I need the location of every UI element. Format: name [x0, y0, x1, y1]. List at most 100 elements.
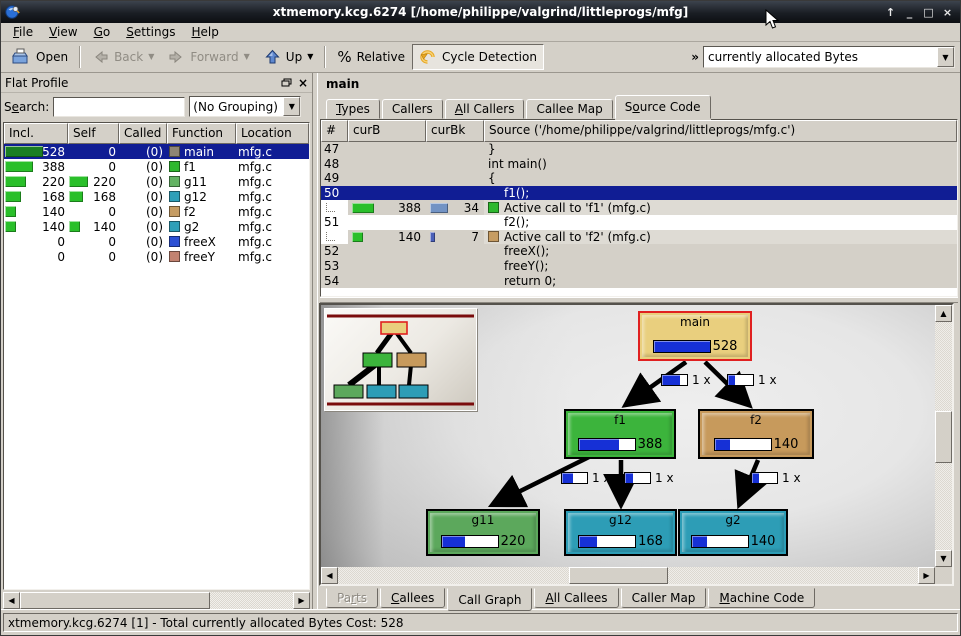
graph-node-g11[interactable]: g11 220 [426, 509, 540, 556]
toolbar: Open Back▼ Forward▼ Up▼ % Relative [1, 42, 960, 73]
tab-callees[interactable]: Callees [380, 588, 445, 608]
graph-node-f1[interactable]: f1 388 [564, 409, 676, 459]
col-header-self[interactable]: Self [68, 123, 119, 144]
tab-parts[interactable]: Parts [326, 588, 378, 608]
graph-hscrollbar[interactable]: ◀ ▶ [321, 567, 935, 584]
tab-callee-map[interactable]: Callee Map [526, 99, 612, 119]
col-header-source[interactable]: Source ('/home/philippe/valgrind/littlep… [484, 120, 957, 142]
menu-bar: File View Go Settings Help [1, 23, 960, 42]
search-input[interactable] [53, 97, 185, 117]
table-row-freeX[interactable]: 0 0 (0) freeX mfg.c [4, 234, 309, 249]
scroll-left-icon[interactable]: ◀ [321, 567, 338, 584]
source-line[interactable]: 54return 0; [321, 273, 957, 288]
relative-button[interactable]: % Relative [330, 44, 412, 70]
grouping-combo[interactable]: (No Grouping) ▼ [189, 96, 301, 117]
col-header-curBk[interactable]: curBk [426, 120, 484, 142]
col-header-curB[interactable]: curB [348, 120, 426, 142]
graph-vscrollbar[interactable]: ▲ ▼ [935, 305, 952, 567]
close-button[interactable]: × [939, 4, 956, 20]
up-button[interactable]: Up▼ [257, 44, 321, 70]
call-graph-panel[interactable]: main 528 f1 388 f2 140 g11 220 [319, 303, 954, 586]
tab-all-callees[interactable]: All Callees [534, 588, 618, 608]
scrollbar-thumb[interactable] [20, 592, 210, 609]
scroll-up-icon[interactable]: ▲ [935, 305, 952, 322]
event-type-combo[interactable]: currently allocated Bytes ▼ [703, 46, 955, 68]
edge-label-main-f2: 1 x [727, 373, 777, 387]
open-button[interactable]: Open [4, 44, 75, 70]
tab-all-callers[interactable]: All Callers [445, 99, 525, 119]
cycle-detection-button[interactable]: Cycle Detection [412, 44, 544, 70]
table-row-main[interactable]: 528 0 (0) main mfg.c [4, 144, 309, 159]
edge-label-f2-g2: 1 x [751, 471, 801, 485]
graph-node-g12[interactable]: g12 168 [564, 509, 677, 556]
combo-dropdown-icon[interactable]: ▼ [283, 97, 300, 116]
maximize-button[interactable]: □ [920, 4, 937, 20]
source-line[interactable]: 52freeX(); [321, 244, 957, 259]
dock-title: Flat Profile [5, 76, 68, 90]
tab-types[interactable]: Types [326, 99, 380, 119]
scrollbar-thumb[interactable] [935, 411, 952, 463]
up-icon [264, 49, 281, 65]
table-row-g12[interactable]: 168 168 (0) g12 mfg.c [4, 189, 309, 204]
graph-overview-thumbnail[interactable] [324, 308, 477, 411]
back-button[interactable]: Back▼ [85, 44, 161, 70]
minimize-button[interactable]: _ [901, 4, 918, 20]
source-call-annotation[interactable]: 388 34 Active call to 'f1' (mfg.c) [321, 200, 957, 215]
menu-settings[interactable]: Settings [118, 24, 183, 40]
shade-button[interactable]: ↑ [882, 4, 899, 20]
tab-caller-map[interactable]: Caller Map [621, 588, 707, 608]
tree-branch-icon [326, 203, 335, 212]
graph-node-g2[interactable]: g2 140 [678, 509, 788, 556]
source-line[interactable]: 53freeY(); [321, 259, 957, 274]
source-line-selected[interactable]: 50f1(); [321, 186, 957, 201]
scrollbar-thumb[interactable] [569, 567, 668, 584]
menu-view[interactable]: View [41, 24, 85, 40]
percent-icon: % [337, 48, 351, 66]
table-row-f1[interactable]: 388 0 (0) f1 mfg.c [4, 159, 309, 174]
col-header-called[interactable]: Called [119, 123, 167, 144]
edge-label-f1-g12: 1 x [624, 471, 674, 485]
toolbar-overflow-chevron[interactable]: » [687, 50, 703, 64]
source-call-annotation[interactable]: 140 7 Active call to 'f2' (mfg.c) [321, 230, 957, 245]
col-header-location[interactable]: Location [236, 123, 309, 144]
function-color-icon [169, 206, 180, 217]
tab-source-code[interactable]: Source Code [615, 95, 711, 119]
tab-call-graph[interactable]: Call Graph [447, 588, 532, 611]
col-header-function[interactable]: Function [167, 123, 236, 144]
float-icon[interactable] [281, 78, 292, 88]
table-row-f2[interactable]: 140 0 (0) f2 mfg.c [4, 204, 309, 219]
dock-close-icon[interactable]: × [298, 76, 308, 90]
graph-node-f2[interactable]: f2 140 [698, 409, 814, 459]
col-header-incl[interactable]: Incl. [4, 123, 68, 144]
scroll-right-icon[interactable]: ▶ [918, 567, 935, 584]
source-line[interactable]: 47} [321, 142, 957, 157]
scroll-right-icon[interactable]: ▶ [293, 592, 310, 609]
table-row-freeY[interactable]: 0 0 (0) freeY mfg.c [4, 249, 309, 264]
function-color-icon [169, 161, 180, 172]
tab-machine-code[interactable]: Machine Code [708, 588, 815, 608]
source-line[interactable]: 48int main() [321, 157, 957, 172]
graph-node-main[interactable]: main 528 [638, 311, 752, 361]
menu-help[interactable]: Help [183, 24, 226, 40]
cycle-icon [419, 49, 437, 65]
combo-dropdown-icon[interactable]: ▼ [937, 47, 954, 67]
source-tabs: Types Callers All Callers Callee Map Sou… [318, 95, 960, 119]
dock-title-bar[interactable]: Flat Profile × [1, 73, 312, 93]
scroll-left-icon[interactable]: ◀ [3, 592, 20, 609]
source-code-view: # curB curBk Source ('/home/philippe/val… [320, 119, 958, 297]
toolbar-separator [79, 46, 81, 68]
menu-file[interactable]: File [5, 24, 41, 40]
table-row-g11[interactable]: 220 220 (0) g11 mfg.c [4, 174, 309, 189]
flat-profile-hscrollbar[interactable]: ◀ ▶ [3, 592, 310, 609]
tree-branch-icon [326, 232, 335, 241]
source-line[interactable]: 51f2(); [321, 215, 957, 230]
tab-callers[interactable]: Callers [382, 99, 443, 119]
menu-go[interactable]: Go [86, 24, 119, 40]
title-bar[interactable]: xtmemory.kcg.6274 [/home/philippe/valgri… [1, 1, 960, 23]
source-line[interactable]: 49{ [321, 171, 957, 186]
scrollbar-corner [935, 567, 952, 584]
col-header-line[interactable]: # [321, 120, 348, 142]
forward-button[interactable]: Forward▼ [161, 44, 256, 70]
table-row-g2[interactable]: 140 140 (0) g2 mfg.c [4, 219, 309, 234]
scroll-down-icon[interactable]: ▼ [935, 550, 952, 567]
